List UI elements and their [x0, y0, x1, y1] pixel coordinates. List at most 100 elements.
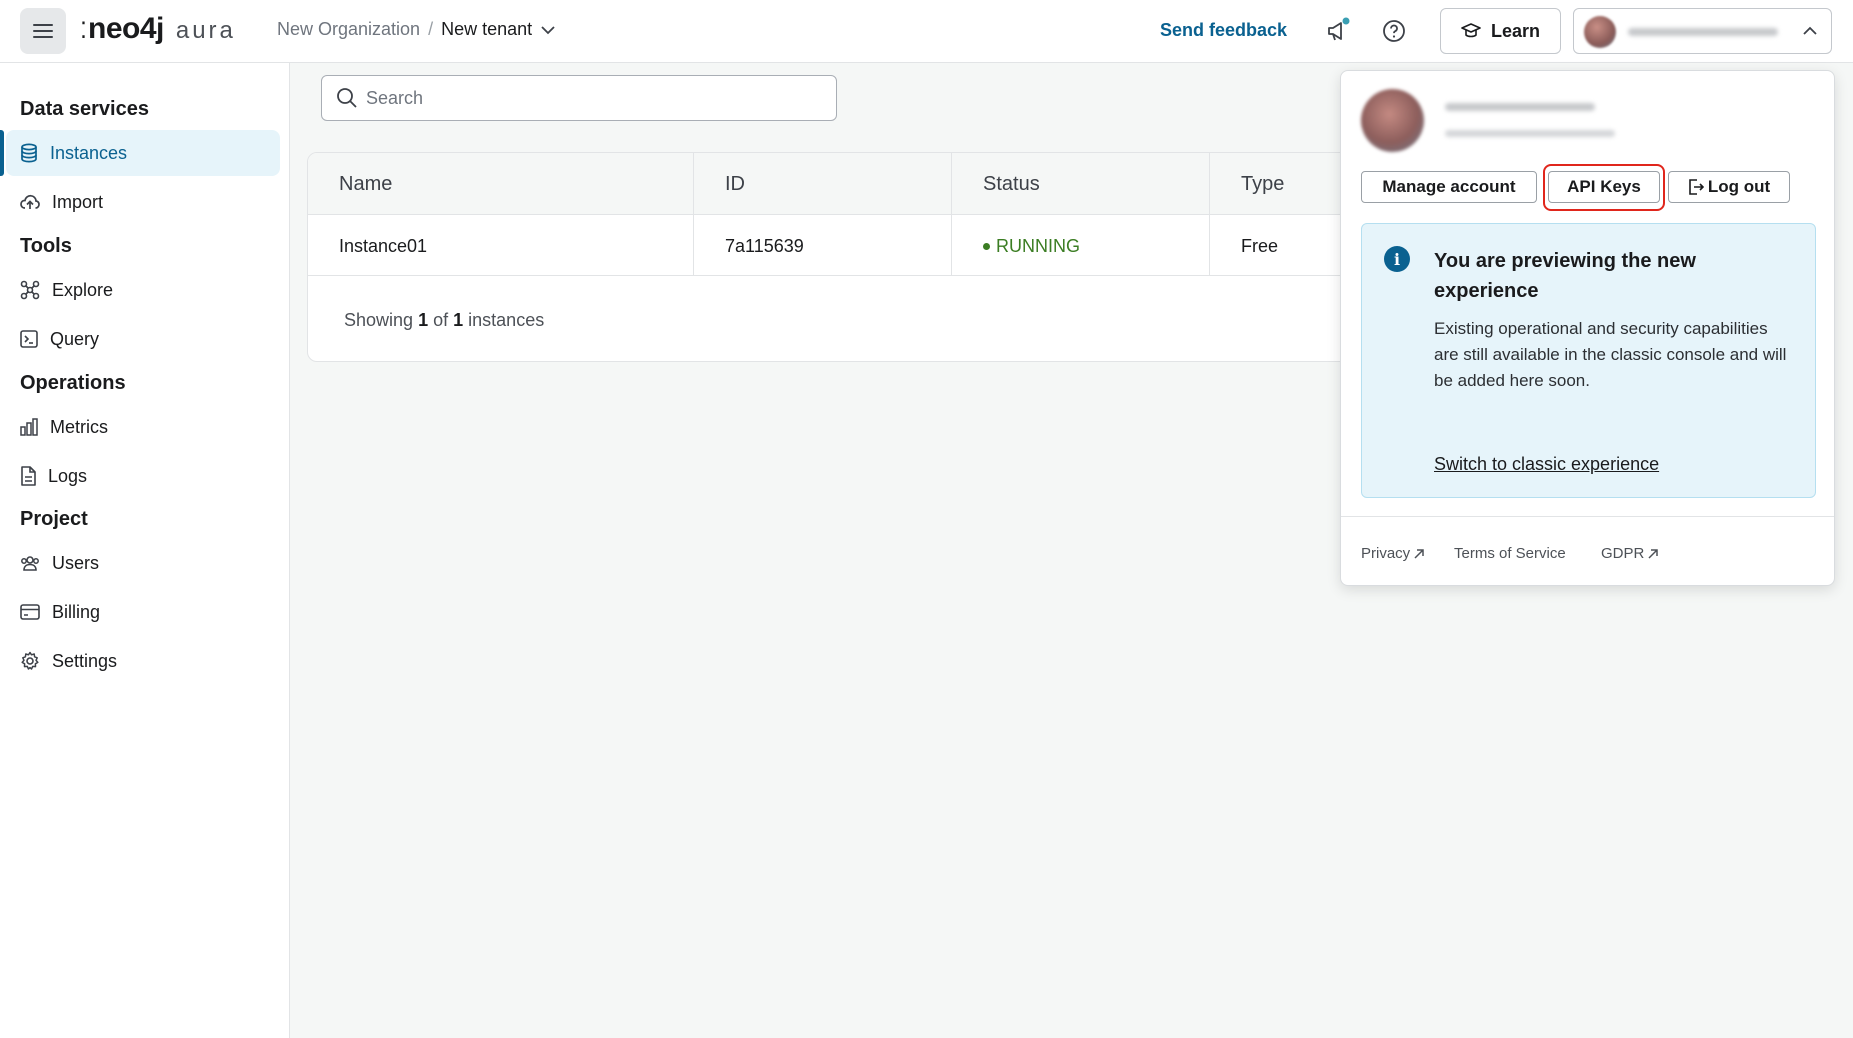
user-email-redacted — [1445, 130, 1615, 137]
preview-body: Existing operational and security capabi… — [1434, 319, 1787, 390]
column-divider — [1209, 153, 1210, 275]
sidebar-item-label: Users — [52, 552, 100, 573]
count-prefix: Showing — [344, 310, 414, 330]
instance-type: Free — [1241, 236, 1279, 256]
user-menu-button[interactable] — [1573, 8, 1832, 54]
sidebar-item-label: Metrics — [50, 416, 108, 437]
sidebar-item-query[interactable]: Query — [6, 316, 280, 362]
api-keys-button[interactable]: API Keys — [1548, 171, 1660, 203]
breadcrumb-tenant[interactable]: New tenant — [441, 19, 532, 40]
preview-notice: i You are previewing the new experience … — [1361, 223, 1816, 498]
database-icon — [21, 143, 37, 163]
preview-title: You are previewing the new experience — [1434, 250, 1696, 302]
log-out-icon — [1689, 179, 1704, 195]
switch-to-classic-link[interactable]: Switch to classic experience — [1434, 454, 1659, 475]
instance-id: 7a115639 — [725, 236, 804, 256]
gdpr-label: GDPR — [1601, 545, 1645, 562]
top-bar: ⁚ neo4j aura New Organization / New tena… — [0, 0, 1853, 63]
announcements-button[interactable] — [1322, 15, 1354, 47]
status-dot-icon — [983, 243, 990, 250]
sidebar-item-logs[interactable]: Logs — [6, 453, 280, 499]
search-input[interactable] — [366, 87, 806, 109]
credit-card-icon — [20, 604, 40, 620]
sidebar-item-import[interactable]: Import — [6, 179, 280, 225]
column-header-status[interactable]: Status — [983, 173, 1040, 196]
users-icon — [21, 556, 39, 571]
sidebar-item-label: Query — [50, 328, 100, 349]
user-name-redacted — [1628, 28, 1778, 36]
section-title-project: Project — [20, 508, 88, 530]
info-icon: i — [1384, 246, 1410, 272]
hamburger-menu-button[interactable] — [20, 8, 66, 54]
gear-icon — [21, 651, 39, 670]
status-badge: RUNNING — [983, 236, 1080, 257]
log-out-button[interactable]: Log out — [1668, 171, 1790, 203]
sidebar: Data services Instances Import Tools Exp… — [0, 63, 290, 1038]
breadcrumb-separator: / — [428, 19, 434, 39]
count-total: 1 — [453, 310, 464, 330]
instances-count: Showing 1 of 1 instances — [344, 310, 544, 331]
cloud-upload-icon — [20, 194, 40, 209]
sidebar-item-settings[interactable]: Settings — [6, 638, 280, 684]
column-header-type[interactable]: Type — [1241, 173, 1284, 196]
count-of: of — [433, 310, 449, 330]
learn-button[interactable]: Learn — [1440, 8, 1561, 54]
terms-label: Terms of Service — [1454, 545, 1566, 562]
logo-dots-icon: ⁚ — [80, 18, 87, 43]
section-title-data-services: Data services — [20, 98, 149, 120]
external-link-icon — [1648, 548, 1659, 559]
avatar — [1584, 16, 1616, 48]
sidebar-item-users[interactable]: Users — [6, 540, 280, 586]
terms-of-service-link[interactable]: Terms of Service — [1454, 545, 1566, 562]
bar-chart-icon — [20, 418, 38, 436]
section-title-operations: Operations — [20, 372, 126, 394]
count-shown: 1 — [418, 310, 429, 330]
logo-brand: neo4j — [88, 12, 164, 45]
sidebar-item-instances[interactable]: Instances — [0, 130, 280, 176]
sidebar-item-billing[interactable]: Billing — [6, 589, 280, 635]
avatar — [1361, 89, 1424, 152]
help-icon — [1383, 20, 1405, 42]
column-divider — [693, 153, 694, 275]
sidebar-item-label: Explore — [52, 279, 114, 300]
gdpr-link[interactable]: GDPR — [1601, 545, 1659, 562]
megaphone-icon — [1328, 17, 1350, 41]
external-link-icon — [1414, 548, 1424, 559]
send-feedback-link[interactable]: Send feedback — [1160, 20, 1287, 41]
search-box — [321, 75, 837, 121]
neo4j-aura-logo[interactable]: ⁚ neo4j aura — [80, 12, 236, 50]
sidebar-item-label: Logs — [48, 465, 88, 486]
chevron-down-icon[interactable] — [540, 25, 556, 35]
sidebar-item-label: Settings — [52, 650, 118, 671]
help-button[interactable] — [1378, 15, 1410, 47]
hamburger-icon — [33, 24, 53, 38]
section-title-tools: Tools — [20, 235, 72, 257]
log-out-label: Log out — [1707, 177, 1771, 196]
learn-label: Learn — [1490, 20, 1541, 41]
sidebar-item-metrics[interactable]: Metrics — [6, 404, 280, 450]
sidebar-item-label: Instances — [50, 142, 128, 163]
user-name-redacted — [1445, 103, 1595, 111]
manage-account-button[interactable]: Manage account — [1361, 171, 1537, 203]
breadcrumb-organization[interactable]: New Organization — [277, 19, 420, 40]
logo-product: aura — [175, 17, 236, 44]
status-label: RUNNING — [996, 236, 1080, 256]
graph-nodes-icon — [20, 280, 40, 300]
column-divider — [951, 153, 952, 275]
privacy-link[interactable]: Privacy — [1361, 545, 1425, 562]
chevron-up-icon — [1803, 26, 1817, 35]
graduation-cap-icon — [1461, 23, 1481, 38]
instance-name[interactable]: Instance01 — [339, 236, 427, 257]
account-dropdown: Manage account API Keys Log out i You ar… — [1340, 70, 1835, 586]
document-icon — [21, 466, 36, 486]
terminal-icon — [20, 330, 38, 348]
column-header-id[interactable]: ID — [725, 173, 745, 196]
sidebar-item-label: Billing — [52, 601, 101, 622]
divider — [1341, 516, 1834, 517]
sidebar-item-explore[interactable]: Explore — [6, 267, 280, 313]
sidebar-item-label: Import — [52, 191, 104, 212]
privacy-label: Privacy — [1361, 545, 1411, 562]
breadcrumb: New Organization / New tenant — [277, 19, 556, 40]
search-icon — [337, 88, 357, 108]
column-header-name[interactable]: Name — [339, 173, 392, 196]
